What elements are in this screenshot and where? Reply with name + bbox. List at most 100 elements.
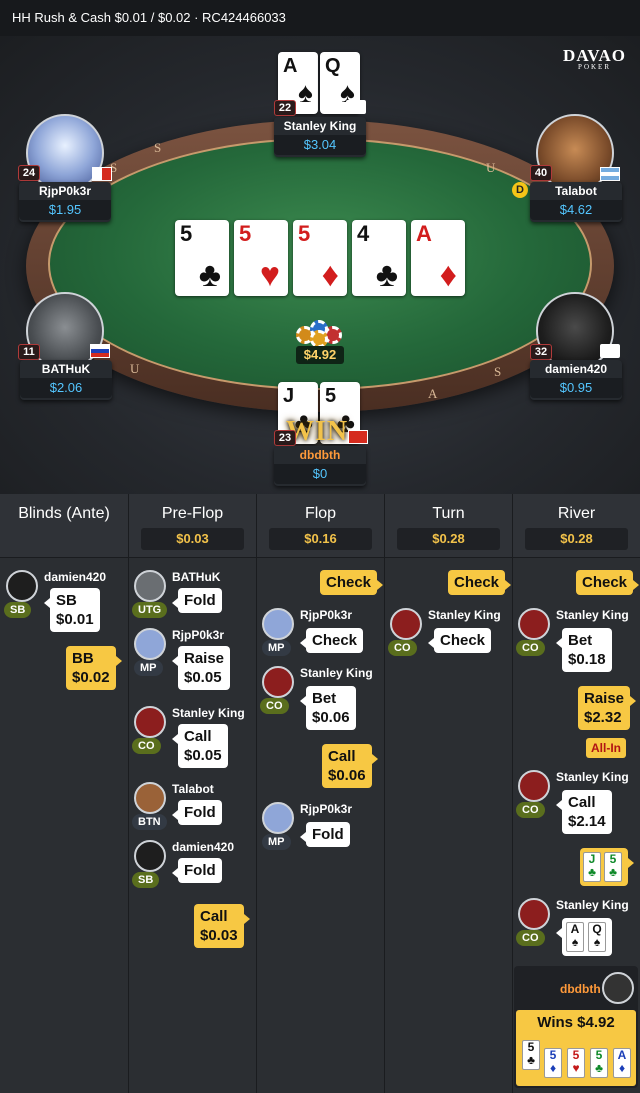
action-bubble: Check	[427, 628, 492, 653]
poker-table-area: DAVAO POKER S S U U A S 5 ♣ 5 ♥ 5 ♦ 4 ♣ A ♦ $…	[0, 36, 640, 494]
flag-icon	[346, 100, 366, 114]
player-avatar	[134, 628, 166, 660]
rail-letter: U	[130, 361, 142, 376]
player-avatar	[262, 608, 294, 640]
player-level-badge: 23	[274, 430, 296, 446]
action-bubble: Call $0.06	[322, 744, 378, 788]
player-avatar	[518, 608, 550, 640]
action-bubble: Check	[320, 570, 384, 595]
action-bubble: BB $0.02	[66, 646, 122, 690]
hero-showdown-cards: J ♣ 5 ♣	[580, 848, 634, 886]
hand-history: Blinds (Ante) Pre-Flop $0.03 Flop $0.16 Tu…	[0, 494, 640, 1093]
player-avatar	[390, 608, 422, 640]
davao-poker-logo: DAVAO POKER	[563, 46, 626, 71]
player-avatar	[6, 570, 38, 602]
player-name: RjpP0k3r	[300, 608, 353, 622]
player-name: damien420	[172, 840, 235, 854]
rail-letter: U	[486, 160, 498, 175]
action-bubble: Raise $2.32	[578, 686, 637, 730]
player-avatar	[262, 666, 294, 698]
winner-panel: dbdbth Wins $4.92 5 ♣ 5 ♦ 5 ♥ 5 ♣ A ♦	[514, 966, 638, 1088]
player-level-badge: 22	[274, 100, 296, 116]
board-card: 5 ♦	[293, 220, 347, 296]
player-name: Stanley King	[172, 706, 245, 720]
board-card: 4 ♣	[352, 220, 406, 296]
position-badge: CO	[132, 738, 161, 754]
flag-icon	[90, 344, 110, 358]
flag-icon	[600, 167, 620, 181]
player-name: Stanley King	[556, 770, 629, 784]
board-card: 5 ♣	[175, 220, 229, 296]
action-bubble: Check	[299, 628, 364, 653]
rail-letter: S	[154, 140, 164, 155]
player-name: Stanley King	[556, 608, 629, 622]
seat-damien420[interactable]: damien420 $0.95	[530, 360, 622, 400]
pot-amount: $4.92	[296, 346, 344, 364]
action-bubble: Fold	[172, 858, 222, 883]
winner-name: dbdbth	[560, 982, 601, 996]
player-avatar	[602, 972, 634, 1004]
player-level-badge: 32	[530, 344, 552, 360]
action-bubble: Bet $0.18	[556, 628, 612, 672]
action-bubble: Check	[448, 570, 512, 595]
action-bubble: Call $0.05	[172, 724, 228, 768]
player-avatar	[262, 802, 294, 834]
player-name: Stanley King	[300, 666, 373, 680]
seat-bathuk[interactable]: BATHuK $2.06	[20, 360, 112, 400]
position-badge: UTG	[132, 602, 168, 618]
action-bubble: Check	[576, 570, 640, 595]
seat-dbdbth[interactable]: dbdbth $0	[274, 446, 366, 486]
player-avatar	[518, 898, 550, 930]
rail-letter: A	[428, 386, 440, 401]
all-in-badge: All-In	[586, 738, 626, 758]
player-avatar	[518, 770, 550, 802]
rail-letter: S	[494, 364, 504, 379]
player-name: RjpP0k3r	[172, 628, 225, 642]
player-level-badge: 11	[18, 344, 40, 360]
villain-showdown-cards: A ♠ Q ♠	[556, 918, 612, 956]
flag-icon	[600, 344, 620, 358]
player-name: Stanley King	[428, 608, 501, 622]
position-badge: SB	[132, 872, 160, 888]
position-badge: BTN	[132, 814, 167, 830]
position-badge: SB	[4, 602, 32, 618]
seat-rjpp0k3r[interactable]: RjpP0k3r $1.95	[19, 182, 111, 222]
hand-header: HH Rush & Cash $0.01 / $0.02 · RC4244660…	[0, 0, 640, 36]
player-avatar	[134, 840, 166, 872]
dealer-button-icon: D	[512, 182, 528, 198]
position-badge: CO	[516, 640, 545, 656]
player-level-badge: 24	[18, 165, 40, 181]
action-bubble: Raise $0.05	[171, 646, 231, 690]
position-badge: CO	[260, 698, 289, 714]
board-card: 5 ♥	[234, 220, 288, 296]
action-bubble: Call $0.03	[194, 904, 250, 948]
position-badge: CO	[516, 802, 545, 818]
seat-talabot[interactable]: Talabot $4.62	[530, 182, 622, 222]
position-badge: CO	[516, 930, 545, 946]
player-avatar	[134, 706, 166, 738]
player-level-badge: 40	[530, 165, 552, 181]
player-name: Talabot	[172, 782, 214, 796]
action-bubble: Bet $0.06	[300, 686, 356, 730]
action-bubble: Call $2.14	[556, 790, 612, 834]
position-badge: MP	[262, 834, 291, 850]
player-name: RjpP0k3r	[300, 802, 353, 816]
player-avatar	[134, 782, 166, 814]
player-name: damien420	[44, 570, 107, 584]
action-bubble: Fold	[300, 822, 350, 847]
action-bubble: SB $0.01	[44, 588, 100, 632]
action-bubble: Fold	[172, 588, 222, 613]
position-badge: CO	[388, 640, 417, 656]
position-badge: MP	[262, 640, 291, 656]
board-card: A ♦	[411, 220, 465, 296]
player-name: Stanley King	[556, 898, 629, 912]
winner-amount: Wins $4.92	[537, 1014, 615, 1031]
flag-icon	[348, 430, 368, 444]
flag-icon	[92, 167, 112, 181]
seat-stanley-king[interactable]: Stanley King $3.04	[274, 117, 366, 157]
pot-chips	[292, 316, 348, 348]
action-bubble: Fold	[172, 800, 222, 825]
player-name: BATHuK	[172, 570, 221, 584]
position-badge: MP	[134, 660, 163, 676]
player-avatar	[134, 570, 166, 602]
